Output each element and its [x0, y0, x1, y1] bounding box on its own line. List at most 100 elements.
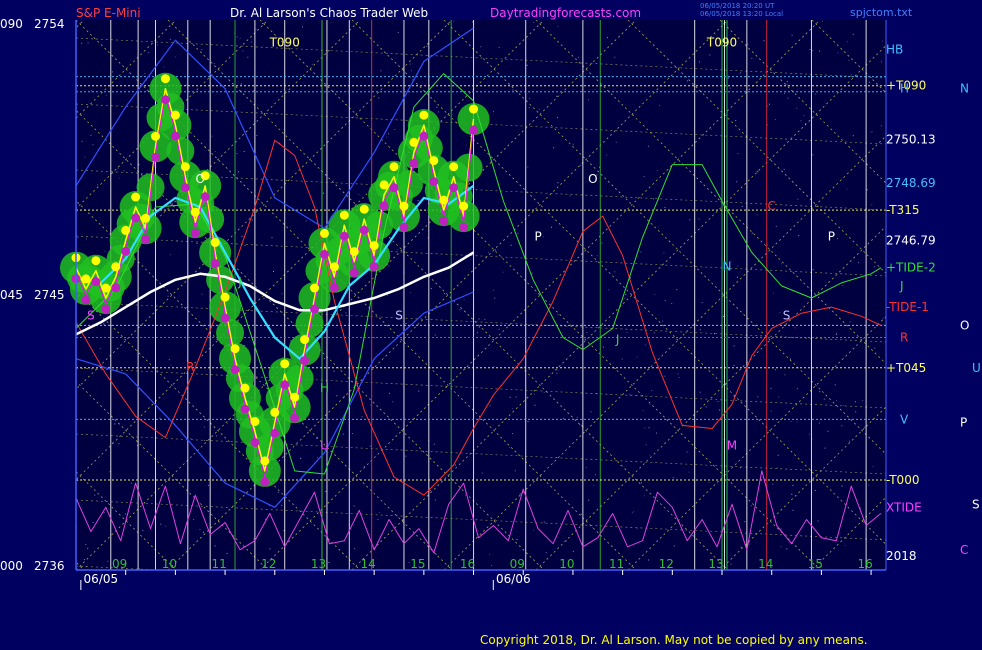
star [418, 390, 420, 392]
star [107, 560, 109, 562]
price-low-dot [210, 259, 220, 269]
price-low-dot [300, 356, 310, 366]
star [118, 177, 120, 179]
star [325, 490, 327, 492]
star [531, 272, 533, 274]
x-tick-label: 16 [857, 557, 872, 571]
x-tick-label: 11 [211, 557, 226, 571]
right-level-label: 2746.79 [886, 234, 936, 248]
star [545, 552, 547, 553]
star [689, 219, 691, 221]
chart-marker-label: S [395, 308, 403, 322]
star [97, 184, 99, 186]
star [336, 395, 338, 397]
star [374, 337, 376, 339]
price-low-dot [250, 438, 260, 447]
star [533, 529, 534, 531]
price-high-dot [151, 131, 161, 141]
star [553, 147, 555, 149]
star [770, 410, 772, 412]
price-low-dot [151, 152, 161, 162]
star [117, 167, 119, 169]
star [798, 235, 800, 237]
star [354, 548, 356, 550]
star [243, 151, 245, 152]
star [106, 94, 107, 96]
chart-marker-label: T090 [269, 35, 300, 49]
star [250, 41, 252, 43]
star [203, 440, 205, 441]
plot-area [76, 20, 886, 570]
star [874, 347, 876, 349]
star [84, 156, 86, 158]
price-low-dot [409, 158, 419, 168]
star [846, 188, 848, 190]
star [641, 482, 642, 484]
star [281, 293, 283, 295]
chart-marker-label: U [320, 439, 329, 453]
star [812, 154, 814, 156]
price-high-dot [439, 195, 449, 205]
price-high-dot [469, 104, 479, 114]
star [678, 377, 680, 378]
star [819, 391, 821, 393]
price-low-dot [379, 201, 389, 211]
star [165, 525, 167, 527]
star [253, 538, 255, 540]
star [378, 511, 380, 513]
star [770, 387, 772, 389]
right-level-label: R [900, 330, 908, 344]
star [601, 242, 603, 244]
x-date-label: 06/06 [496, 572, 531, 586]
price-low-dot [200, 192, 210, 202]
price-low-dot [101, 304, 111, 314]
star [99, 348, 101, 349]
star [92, 522, 94, 523]
star [849, 440, 850, 442]
star [77, 237, 79, 238]
star [792, 484, 794, 486]
star [139, 567, 141, 569]
price-high-dot [141, 213, 151, 223]
star [394, 129, 396, 130]
star [633, 511, 635, 513]
x-tick-label: 09 [112, 557, 127, 571]
star [590, 411, 592, 413]
star [686, 451, 688, 453]
star [515, 396, 517, 398]
star [699, 391, 701, 393]
star [557, 117, 558, 118]
price-low-dot [319, 249, 329, 259]
right-level-label: N [960, 82, 969, 96]
star [443, 293, 445, 294]
star [688, 471, 690, 473]
star [478, 318, 480, 320]
star [434, 334, 436, 336]
star [435, 553, 437, 555]
timestamp-local: 06/05/2018 13:20 Local [700, 10, 783, 18]
star [791, 34, 793, 36]
star [852, 33, 854, 35]
star [529, 368, 531, 370]
star [551, 226, 552, 228]
star [645, 444, 647, 446]
star [163, 66, 165, 68]
star [87, 42, 89, 44]
chart-marker-label: R [186, 360, 194, 374]
price-low-dot [329, 283, 339, 293]
star [744, 521, 746, 523]
star [614, 271, 616, 273]
x-tick-label: 11 [609, 557, 624, 571]
star [621, 358, 623, 360]
star [557, 26, 559, 28]
star [736, 181, 738, 183]
price-low-dot [121, 246, 131, 256]
star [647, 145, 649, 147]
star [104, 250, 106, 252]
star [386, 136, 388, 138]
star [784, 92, 786, 94]
star [850, 74, 852, 76]
star [481, 472, 483, 474]
price-low-dot [399, 222, 409, 232]
star [242, 50, 244, 52]
